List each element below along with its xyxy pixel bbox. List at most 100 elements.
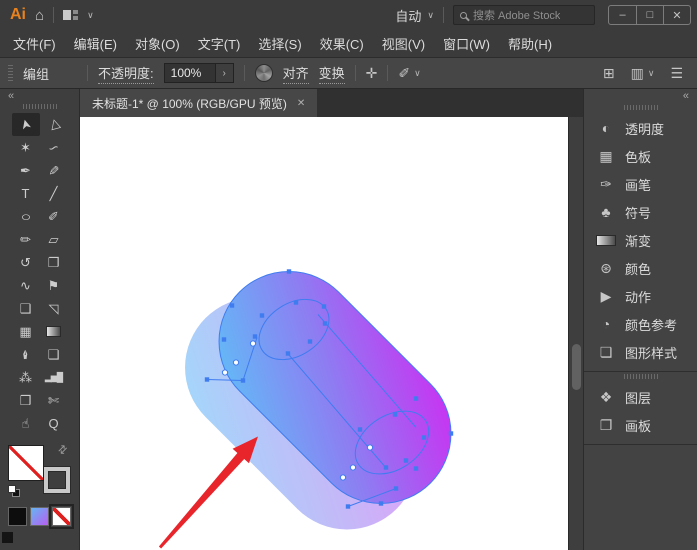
panel-symbols[interactable]: ♣ 符号 (584, 198, 697, 226)
free-transform-tool[interactable]: ⚑ (40, 274, 68, 297)
eraser-tool[interactable]: ▱ (40, 228, 68, 251)
illustrator-window: Ai ⌂ ∨ 自动 ∨ 搜索 Adobe Stock – □ ✕ 文件(F)编辑… (0, 0, 697, 550)
panel-drag-grip[interactable] (624, 374, 658, 379)
magic-wand-tool[interactable]: ✶ (12, 136, 40, 159)
menu-help[interactable]: 帮助(H) (499, 34, 561, 53)
collapse-dock-icon[interactable]: « (8, 90, 14, 102)
transform-link[interactable]: 变换 (319, 63, 345, 84)
eyedropper-tool[interactable]: ✒ (12, 343, 40, 366)
opacity-link[interactable]: 不透明度: (98, 63, 154, 84)
panel-actions[interactable]: ▶ 动作 (584, 282, 697, 310)
panel-item-label: 颜色参考 (625, 315, 677, 334)
panel-empty-area (584, 444, 697, 550)
panel-item-label: 画笔 (625, 175, 651, 194)
menu-file[interactable]: 文件(F) (4, 34, 65, 53)
expand-panel-icon[interactable]: « (683, 90, 689, 102)
maximize-button[interactable]: □ (636, 6, 663, 24)
workspace-grid-icon[interactable]: ⊞ (603, 66, 615, 80)
perspective-grid-tool[interactable]: ◹ (40, 297, 68, 320)
vertical-scrollbar[interactable] (568, 117, 583, 550)
scale-tool[interactable]: ❐ (40, 251, 68, 274)
type-tool[interactable]: T (12, 182, 40, 205)
panel-color-guide[interactable]: ◔ 颜色参考 (584, 310, 697, 338)
gpu-mode-dropdown[interactable]: 自动 ∨ (395, 6, 434, 25)
panel-transparency[interactable]: ◐ 透明度 (584, 114, 697, 142)
menu-edit[interactable]: 编辑(E) (65, 34, 126, 53)
opacity-dropdown-button[interactable]: › (216, 63, 234, 83)
canvas[interactable] (80, 117, 583, 550)
toolbar: ➤ ▷ ✶ ∽ ✒ (0, 113, 79, 435)
slice-tool[interactable]: ✄ (40, 389, 68, 412)
scrollbar-thumb[interactable] (572, 344, 581, 390)
draw-mode-icon[interactable] (2, 532, 13, 543)
default-colors-icon[interactable] (8, 485, 20, 497)
direct-selection-tool[interactable]: ▷ (40, 113, 68, 136)
none-mode-button[interactable] (52, 507, 71, 526)
opacity-input[interactable]: 100% (164, 63, 216, 83)
minimize-button[interactable]: – (609, 6, 636, 24)
menu-view[interactable]: 视图(V) (373, 34, 434, 53)
symbol-sprayer-tool[interactable]: ⁂ (12, 366, 40, 389)
isolate-selection-icon[interactable]: ✛ (366, 66, 378, 80)
ellipse-tool[interactable]: ○ (12, 205, 40, 228)
color-mode-button[interactable] (8, 507, 27, 526)
chevron-down-icon: ∨ (648, 69, 655, 78)
panel-brushes[interactable]: ✑ 画笔 (584, 170, 697, 198)
width-tool[interactable]: ∿ (12, 274, 40, 297)
selection-tool[interactable]: ➤ (12, 113, 40, 136)
chevron-down-icon[interactable]: ∨ (87, 11, 94, 20)
close-button[interactable]: ✕ (663, 6, 690, 24)
menu-effect[interactable]: 效果(C) (311, 34, 373, 53)
panel-layers[interactable]: ❖ 图层 (584, 383, 697, 411)
mesh-tool[interactable]: ▦ (12, 320, 40, 343)
home-icon[interactable]: ⌂ (35, 8, 44, 23)
gradient-mode-button[interactable] (30, 507, 49, 526)
panel-drag-grip[interactable] (624, 105, 658, 110)
document-tab[interactable]: 未标题-1* @ 100% (RGB/GPU 预览) ✕ (80, 89, 317, 117)
rotate-tool[interactable]: ↺ (12, 251, 40, 274)
search-input[interactable]: 搜索 Adobe Stock (453, 5, 595, 25)
column-graph-tool[interactable]: ▂▅█ (40, 366, 68, 389)
zoom-tool[interactable]: Q (40, 412, 68, 435)
panel-item-icon (596, 235, 616, 246)
panel-color[interactable]: ⊛ 颜色 (584, 254, 697, 282)
curvature-tool[interactable]: ✎ (40, 159, 68, 182)
panel-item-icon: ✑ (596, 177, 616, 191)
shaper-options[interactable]: ✐ ∨ (398, 66, 420, 80)
shaper-tool[interactable]: ✏ (12, 228, 40, 251)
menu-type[interactable]: 文字(T) (189, 34, 250, 53)
recolor-artwork-icon[interactable] (255, 64, 273, 82)
stroke-color-swatch[interactable] (44, 467, 70, 493)
panel-item-icon: ◔ (596, 317, 616, 331)
align-link[interactable]: 对齐 (283, 63, 309, 84)
panel-gradient[interactable]: 渐变 (584, 226, 697, 254)
divider (53, 7, 54, 23)
artboard-tool[interactable]: ❒ (12, 389, 40, 412)
menu-object[interactable]: 对象(O) (126, 34, 189, 53)
pen-tool[interactable]: ✒ (12, 159, 40, 182)
swap-fill-stroke-icon[interactable]: ⇄ (55, 442, 71, 458)
gradient-tool[interactable] (40, 320, 68, 343)
paintbrush-tool[interactable]: ✐ (40, 205, 68, 228)
panel-artboards[interactable]: ❐ 画板 (584, 411, 697, 439)
blend-tool[interactable]: ❏ (40, 343, 68, 366)
panel-menu-icon[interactable]: ☰ (670, 66, 683, 80)
panel-item-icon: ❏ (596, 345, 616, 359)
drag-grip[interactable] (8, 65, 13, 81)
hand-tool[interactable]: ☝ (12, 412, 40, 435)
fill-color-swatch[interactable] (8, 445, 44, 481)
panel-item-label: 图形样式 (625, 343, 677, 362)
arrange-documents-icon[interactable] (63, 10, 78, 20)
document-arrange-dropdown[interactable]: ▥ ∨ (631, 66, 655, 80)
tab-close-icon[interactable]: ✕ (297, 98, 305, 109)
dock-drag-grip[interactable] (23, 104, 57, 109)
menu-window[interactable]: 窗口(W) (434, 34, 499, 53)
panel-graphic-styles[interactable]: ❏ 图形样式 (584, 338, 697, 366)
menu-select[interactable]: 选择(S) (249, 34, 310, 53)
divider (387, 65, 388, 81)
lasso-tool[interactable]: ∽ (40, 136, 68, 159)
control-bar: 编组 不透明度: 100% › 对齐 变换 ✛ ✐ ∨ ⊞ ▥ ∨ ☰ (0, 58, 697, 89)
shape-builder-tool[interactable]: ❑ (12, 297, 40, 320)
panel-swatches[interactable]: ▦ 色板 (584, 142, 697, 170)
line-segment-tool[interactable]: ╱ (40, 182, 68, 205)
